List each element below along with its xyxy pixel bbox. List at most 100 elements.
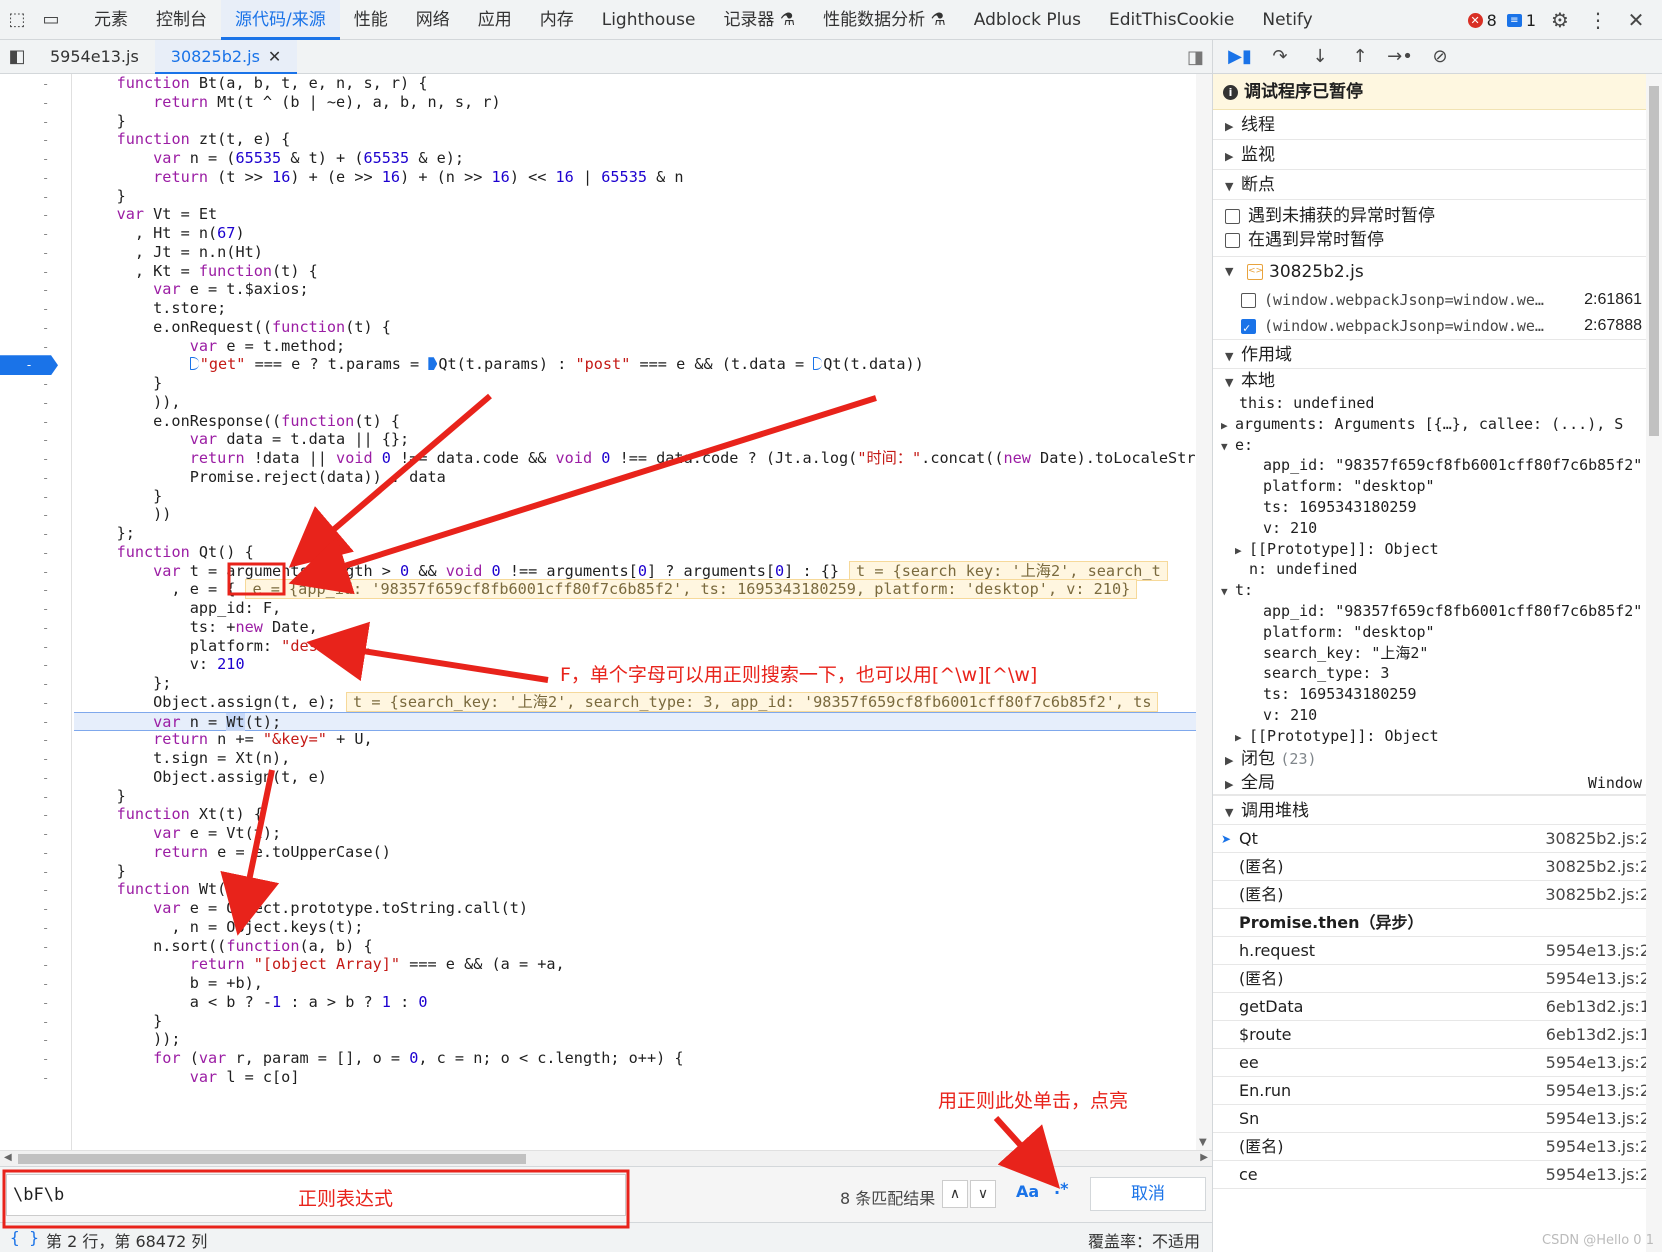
code-line[interactable]: var data = t.data || {}; xyxy=(80,430,409,450)
call-frame[interactable]: ce 5954e13.js:2 xyxy=(1213,1161,1662,1189)
breakpoint-file-group[interactable]: ▼ <> 30825b2.js xyxy=(1213,257,1662,287)
code-line[interactable]: a < b ? -1 : a > b ? 1 : 0 xyxy=(80,993,428,1013)
code-line[interactable]: t.store; xyxy=(80,299,226,319)
inspect-element-icon[interactable]: ⬚ xyxy=(0,0,34,40)
code-line[interactable]: Object.assign(t, e) xyxy=(80,768,327,788)
code-line[interactable]: var e = Vt(t); xyxy=(80,824,281,844)
section-breakpoints[interactable]: ▼ 断点 xyxy=(1213,170,1662,200)
next-match-button[interactable]: ∨ xyxy=(970,1180,996,1208)
section-call-stack[interactable]: ▼ 调用堆栈 xyxy=(1213,794,1662,825)
code-line[interactable]: var n = (65535 & t) + (65535 & e); xyxy=(80,149,464,169)
code-line[interactable]: }; xyxy=(80,524,135,544)
top-tab-5[interactable]: 应用 xyxy=(464,0,526,40)
code-line[interactable]: function zt(t, e) { xyxy=(80,130,291,150)
code-line[interactable]: )); xyxy=(80,1030,180,1050)
code-line[interactable]: } xyxy=(80,112,126,132)
gutter-marker[interactable]: - xyxy=(42,733,54,747)
gutter-marker[interactable]: - xyxy=(42,208,54,222)
code-line[interactable]: var Vt = Et xyxy=(80,205,218,225)
gutter-marker[interactable]: - xyxy=(42,583,54,597)
deactivate-breakpoints-icon[interactable]: ⊘ xyxy=(1427,46,1453,67)
breakpoint-entry[interactable]: (window.webpackJsonp=window.we… 2:61861 xyxy=(1213,287,1662,313)
code-line[interactable]: } xyxy=(80,787,126,807)
gutter-marker[interactable]: - xyxy=(42,321,54,335)
gutter-marker[interactable]: - xyxy=(42,715,54,729)
gutter-marker[interactable]: - xyxy=(42,133,54,147)
gutter-marker[interactable]: - xyxy=(42,846,54,860)
gutter-marker[interactable]: - xyxy=(42,115,54,129)
scope-property[interactable]: ▶ arguments: Arguments [{…}, callee: (...… xyxy=(1213,414,1662,435)
step-into-icon[interactable]: ↓ xyxy=(1307,46,1333,67)
gutter-marker[interactable]: - xyxy=(42,227,54,241)
scope-property[interactable]: v: 210 xyxy=(1213,705,1662,726)
code-line[interactable]: , e = {e = {app_id: '98357f659cf8fb6001c… xyxy=(80,579,1138,600)
gutter-marker[interactable]: - xyxy=(42,602,54,616)
code-line[interactable]: } xyxy=(80,862,126,882)
call-frame[interactable]: ➤ Qt 30825b2.js:2 xyxy=(1213,824,1662,853)
scope-property[interactable]: n: undefined xyxy=(1213,559,1662,580)
gutter-marker[interactable]: - xyxy=(42,471,54,485)
gutter-marker[interactable]: - xyxy=(42,490,54,504)
code-line[interactable]: , Jt = n.n(Ht) xyxy=(80,243,263,263)
gutter-marker[interactable]: - xyxy=(42,883,54,897)
scroll-right-icon[interactable]: ▶ xyxy=(1200,1152,1208,1163)
scope-property[interactable]: app_id: "98357f659cf8fb6001cff80f7c6b85f… xyxy=(1213,601,1662,622)
step-over-icon[interactable]: ↷ xyxy=(1267,46,1293,67)
top-tab-6[interactable]: 内存 xyxy=(526,0,588,40)
gutter-marker[interactable]: - xyxy=(42,508,54,522)
code-line[interactable]: return "[object Array]" === e && (a = +a… xyxy=(80,955,565,975)
scope-closure[interactable]: ▶ 闭包 (23) xyxy=(1213,747,1662,771)
gutter-marker[interactable]: - xyxy=(42,790,54,804)
toggle-debugger-icon[interactable]: ◨ xyxy=(1187,47,1204,68)
gutter-marker[interactable]: - xyxy=(42,902,54,916)
code-line[interactable]: }; xyxy=(80,674,171,694)
scope-property[interactable]: search_key: "上海2" xyxy=(1213,643,1662,664)
editor-vertical-scrollbar[interactable]: ▼ xyxy=(1196,74,1212,1150)
gutter-marker[interactable]: - xyxy=(42,190,54,204)
code-line[interactable]: } xyxy=(80,374,162,394)
gutter-marker[interactable]: - xyxy=(42,696,54,710)
gutter-marker[interactable]: - xyxy=(42,527,54,541)
device-toolbar-icon[interactable]: ▭ xyxy=(34,0,68,40)
line-gutter[interactable]: - - - - - - - - - - - - - - - - - - - - - - - - - - - - - - - - - - - - - - - -… xyxy=(0,74,72,1150)
gutter-marker[interactable]: - xyxy=(42,96,54,110)
scope-property[interactable]: app_id: "98357f659cf8fb6001cff80f7c6b85f… xyxy=(1213,455,1662,476)
gutter-marker[interactable]: - xyxy=(42,302,54,316)
file-tab-5954e13[interactable]: 5954e13.js xyxy=(34,40,155,74)
scope-property[interactable]: platform: "desktop" xyxy=(1213,476,1662,497)
gutter-marker[interactable]: - xyxy=(42,752,54,766)
settings-gear-icon[interactable]: ⚙ xyxy=(1546,6,1574,34)
gutter-marker[interactable]: - xyxy=(42,1033,54,1047)
code-line[interactable]: return e = e.toUpperCase() xyxy=(80,843,391,863)
call-frame[interactable]: En.run 5954e13.js:2 xyxy=(1213,1077,1662,1105)
section-watch[interactable]: ▶ 监视 xyxy=(1213,140,1662,170)
top-tab-11[interactable]: EditThisCookie xyxy=(1095,0,1248,40)
top-tab-10[interactable]: Adblock Plus xyxy=(960,0,1095,40)
gutter-marker[interactable]: - xyxy=(42,677,54,691)
code-line[interactable]: Object.assign(t, e); t = {search_key: '上海… xyxy=(80,691,1159,713)
scope-property[interactable]: platform: "desktop" xyxy=(1213,622,1662,643)
gutter-marker[interactable]: - xyxy=(42,565,54,579)
top-tab-0[interactable]: 元素 xyxy=(80,0,142,40)
code-line[interactable]: return n += "&key=" + U, xyxy=(80,730,372,750)
code-editor[interactable]: - - - - - - - - - - - - - - - - - - - - - - - - - - - - - - - - - - - - - - - -… xyxy=(0,74,1212,1150)
call-frame[interactable]: ee 5954e13.js:2 xyxy=(1213,1049,1662,1077)
code-line[interactable]: Promise.reject(data)) : data xyxy=(80,468,446,488)
code-line[interactable]: var l = c[o] xyxy=(80,1068,300,1088)
code-line[interactable]: platform: "desktop", xyxy=(80,637,373,657)
gutter-marker[interactable]: - xyxy=(42,621,54,635)
section-scope[interactable]: ▼ 作用域 xyxy=(1213,339,1662,369)
scope-global[interactable]: ▶ 全局 Window xyxy=(1213,771,1662,795)
gutter-marker[interactable]: - xyxy=(42,340,54,354)
gutter-marker[interactable]: - xyxy=(42,808,54,822)
current-execution-line[interactable]: var n = Wt(t); xyxy=(74,711,1212,732)
regex-toggle-button[interactable]: .* xyxy=(1054,1179,1068,1198)
scope-property[interactable]: this: undefined xyxy=(1213,393,1662,414)
gutter-marker[interactable]: - xyxy=(42,452,54,466)
pretty-print-icon[interactable]: { } xyxy=(10,1228,39,1247)
code-line[interactable]: function Bt(a, b, t, e, n, s, r) { xyxy=(80,74,428,94)
scope-property[interactable]: v: 210 xyxy=(1213,518,1662,539)
step-icon[interactable]: →• xyxy=(1387,46,1413,67)
scope-property[interactable]: search_type: 3 xyxy=(1213,663,1662,684)
call-frame[interactable]: (匿名) 30825b2.js:2 xyxy=(1213,853,1662,881)
